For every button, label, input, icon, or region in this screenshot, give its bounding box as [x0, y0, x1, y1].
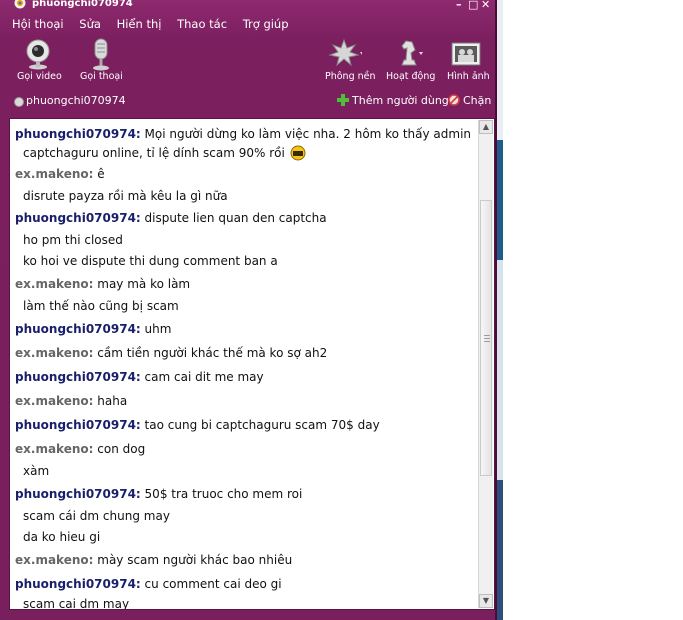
chat-scrollbar[interactable]: ▲ ▼ [478, 120, 493, 608]
menu-view[interactable]: Hiển thị [117, 17, 162, 31]
contact-name[interactable]: phuongchi070974 [26, 94, 126, 107]
status-dot-icon [14, 97, 24, 107]
message: phuongchi070974: tao cung bi captchaguru… [15, 418, 475, 442]
chess-knight-icon [401, 40, 423, 66]
message-sender: phuongchi070974: [15, 127, 141, 141]
message-sender: ex.makeno: [15, 442, 94, 456]
message-line: xàm [15, 464, 475, 487]
message-text: ê [97, 167, 105, 181]
message: ex.makeno: mày scam người khác bao nhiêu [15, 553, 475, 577]
message-sender: ex.makeno: [15, 394, 94, 408]
message-sender: phuongchi070974: [15, 370, 141, 384]
add-user-icon [337, 94, 349, 106]
message-text: xàm [23, 464, 50, 478]
message-sender: phuongchi070974: [15, 487, 141, 501]
message-text: cầm tiền người khác thế mà ko sợ ah2 [97, 346, 328, 360]
message-list: phuongchi070974: Mọi người dừng ko làm v… [15, 127, 475, 610]
message: ex.makeno: ê [15, 167, 475, 189]
message-sender: ex.makeno: [15, 346, 94, 360]
maximize-icon[interactable]: □ [468, 0, 478, 10]
minimize-icon[interactable]: – [456, 0, 462, 10]
menu-help[interactable]: Trợ giúp [243, 17, 289, 31]
background-label: Phông nền [325, 71, 376, 82]
menu-actions[interactable]: Thao tác [177, 17, 227, 31]
message-text: 50$ tra truoc cho mem roi [144, 487, 303, 501]
message-line: captchaguru online, tỉ lệ dính scam 90% … [15, 145, 475, 165]
add-user-label: Thêm người dùng [352, 94, 449, 107]
message-text: captchaguru online, tỉ lệ dính scam 90% … [23, 146, 285, 160]
background-leaf-icon [328, 38, 362, 67]
message: ex.makeno: may mà ko làm [15, 277, 475, 299]
webcam-icon [26, 39, 50, 70]
chat-window: phuongchi070974 – □ ✕ Hội thoại Sửa Hiển… [0, 0, 497, 620]
photo-label: Hình ảnh [447, 71, 490, 82]
message-text: scam cái dm chung may [23, 509, 170, 523]
scroll-grip [484, 341, 490, 342]
title-bar: phuongchi070974 – □ ✕ [0, 0, 495, 12]
message-sender: phuongchi070974: [15, 577, 141, 591]
scroll-grip [484, 338, 490, 339]
message-text: cam cai dit me may [144, 370, 264, 384]
scroll-up-button[interactable]: ▲ [479, 120, 493, 134]
menu-bar: Hội thoại Sửa Hiển thị Thao tác Trợ giúp [12, 17, 301, 33]
message-text: haha [97, 394, 128, 408]
desktop-background [497, 0, 503, 620]
message: phuongchi070974: dispute lien quan den c… [15, 211, 475, 233]
message-line: disrute payza rồi mà kêu la gì nữa [15, 189, 475, 211]
message-sender: ex.makeno: [15, 553, 94, 567]
message-line: da ko hieu gi [15, 530, 475, 553]
activity-label: Hoạt động [386, 71, 436, 82]
message-sender: phuongchi070974: [15, 211, 141, 225]
message-text: may mà ko làm [97, 277, 191, 291]
message-line: scam cái dm chung may [15, 509, 475, 530]
message-sender: phuongchi070974: [15, 322, 141, 336]
message-text: uhm [144, 322, 172, 336]
message: ex.makeno: haha [15, 394, 475, 418]
emoticon-icon [290, 145, 306, 161]
message-sender: phuongchi070974: [15, 418, 141, 432]
photo-icon [451, 42, 481, 66]
microphone-icon [93, 38, 109, 71]
scroll-grip [484, 335, 490, 336]
message-line: ho pm thi closed [15, 233, 475, 254]
message-line: scam cai dm may [15, 597, 475, 610]
message-text: con dog [97, 442, 146, 456]
message-text: dispute lien quan den captcha [144, 211, 327, 225]
scroll-down-button[interactable]: ▼ [479, 594, 493, 608]
message-sender: ex.makeno: [15, 277, 94, 291]
video-call-label: Gọi video [17, 71, 62, 82]
message-text: cu comment cai deo gi [144, 577, 282, 591]
message-text: tao cung bi captchaguru scam 70$ day [144, 418, 380, 432]
contact-bar: phuongchi070974 Thêm người dùng Chặn [0, 92, 495, 110]
message: phuongchi070974: cam cai dit me may [15, 370, 475, 394]
message-line: ko hoi ve dispute thi dung comment ban a [15, 254, 475, 277]
message-text: disrute payza rồi mà kêu la gì nữa [23, 189, 228, 203]
block-icon [448, 94, 460, 106]
menu-edit[interactable]: Sửa [79, 17, 101, 31]
message: phuongchi070974: 50$ tra truoc cho mem r… [15, 487, 475, 509]
message-text: ho pm thi closed [23, 233, 123, 247]
block-label: Chặn [463, 94, 492, 107]
message: phuongchi070974: cu comment cai deo gi [15, 577, 475, 597]
message-line: làm thế nào cũng bị scam [15, 299, 475, 322]
message-text: làm thế nào cũng bị scam [23, 299, 179, 313]
messenger-logo-icon [14, 0, 26, 9]
chat-history[interactable]: phuongchi070974: Mọi người dừng ko làm v… [9, 118, 495, 610]
message-text: ko hoi ve dispute thi dung comment ban a [23, 254, 278, 268]
message-text: scam cai dm may [23, 597, 130, 610]
message: ex.makeno: cầm tiền người khác thế mà ko… [15, 346, 475, 370]
message-text: da ko hieu gi [23, 530, 101, 544]
message-sender: ex.makeno: [15, 167, 94, 181]
close-icon[interactable]: ✕ [481, 0, 490, 10]
voice-call-label: Gọi thoại [80, 71, 123, 82]
scroll-thumb[interactable] [480, 200, 492, 476]
window-title: phuongchi070974 [32, 0, 133, 9]
menu-conversation[interactable]: Hội thoại [12, 17, 64, 31]
message: phuongchi070974: uhm [15, 322, 475, 346]
message-text: Mọi người dừng ko làm việc nha. 2 hôm ko… [144, 127, 472, 141]
message-text: mày scam người khác bao nhiêu [97, 553, 293, 567]
message: ex.makeno: con dog [15, 442, 475, 464]
